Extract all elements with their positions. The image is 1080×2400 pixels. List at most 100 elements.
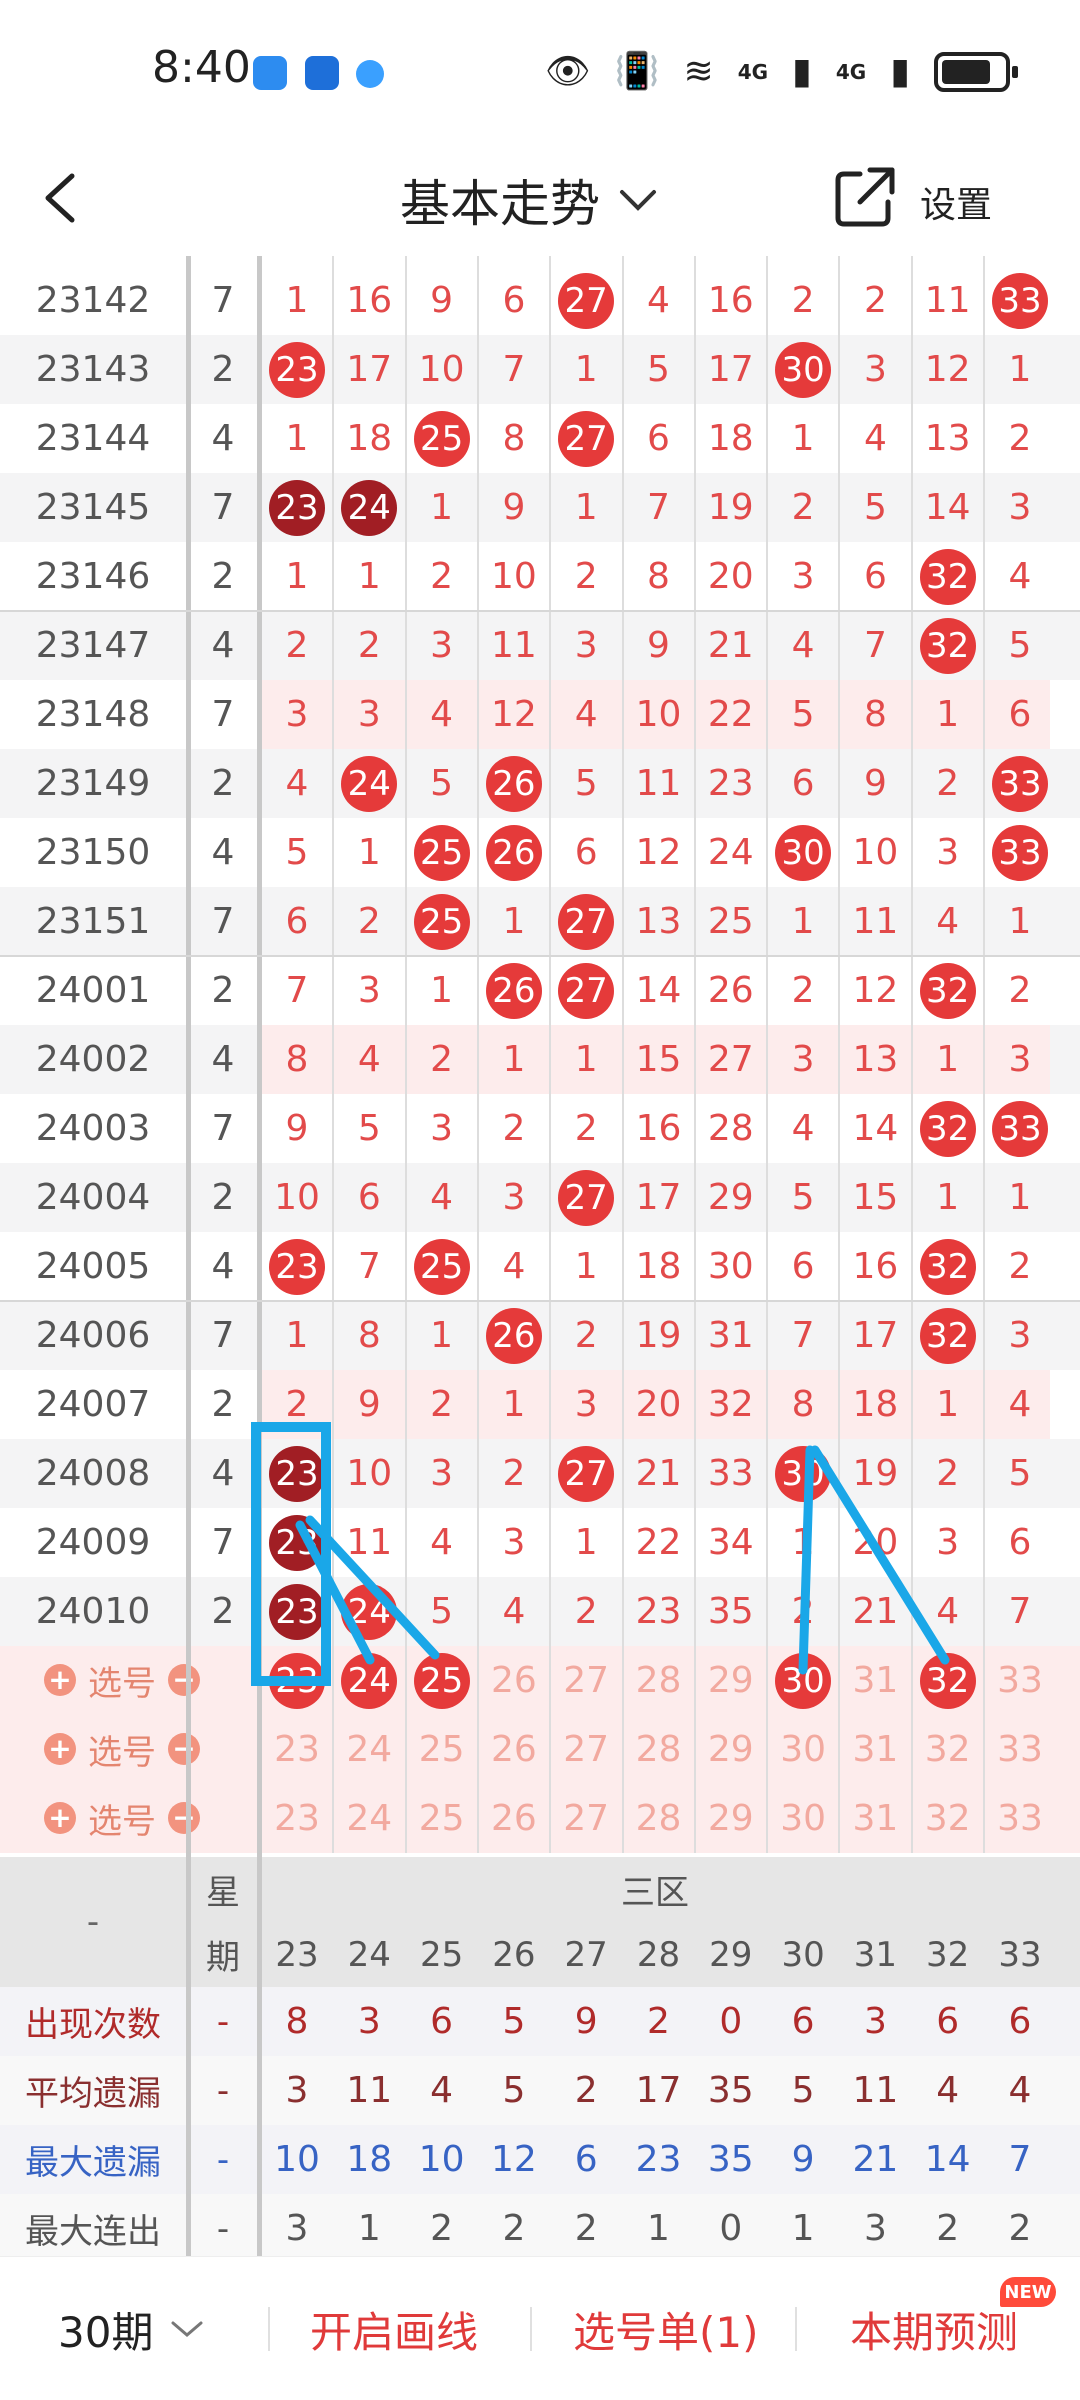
pick-number[interactable]: 27 xyxy=(550,1715,622,1784)
settings-button[interactable]: 设置 xyxy=(920,176,992,228)
column-divider xyxy=(766,256,769,1853)
selected-pick-ball[interactable]: 23 xyxy=(269,1652,325,1709)
pick-number[interactable]: 24 xyxy=(333,1715,405,1784)
omission-cell: 27 xyxy=(550,1163,622,1232)
omission-cell: 5 xyxy=(574,763,598,804)
omission-cell: 4 xyxy=(502,1591,526,1632)
omission-cell: 20 xyxy=(707,556,754,597)
omission-cell: 2 xyxy=(285,1384,309,1425)
stat-value: 4 xyxy=(936,2070,960,2111)
omission-cell: 34 xyxy=(707,1522,754,1563)
pick-number[interactable]: 26 xyxy=(478,1784,550,1853)
omission-cell: 30 xyxy=(767,1439,839,1508)
pick-number[interactable]: 32 xyxy=(912,1646,984,1715)
omission-cell: 2 xyxy=(574,1108,598,1149)
omission-cell: 3 xyxy=(574,625,598,666)
pick-number[interactable]: 23 xyxy=(261,1715,333,1784)
omission-cell: 2 xyxy=(574,1591,598,1632)
zone-header: 三区 xyxy=(621,1873,689,1913)
omission-cell: 4 xyxy=(1008,1384,1032,1425)
draw-line-button[interactable]: 开启画线 xyxy=(310,2257,478,2400)
pick-number[interactable]: 26 xyxy=(478,1646,550,1715)
omission-cell: 2 xyxy=(791,280,815,321)
stat-dash: - xyxy=(216,2001,230,2042)
remove-pick-button[interactable]: − xyxy=(168,1664,200,1696)
weekday-header-bottom: 期 xyxy=(206,1938,240,1978)
pick-number[interactable]: 32 xyxy=(912,1784,984,1853)
omission-cell: 1 xyxy=(791,901,815,942)
omission-cell: 9 xyxy=(863,763,887,804)
remove-pick-button[interactable]: − xyxy=(168,1733,200,1765)
column-number-header: 33 xyxy=(998,1934,1042,1975)
omission-cell: 21 xyxy=(852,1591,899,1632)
pick-number[interactable]: 31 xyxy=(839,1715,911,1784)
pick-number[interactable]: 23 xyxy=(261,1646,333,1715)
pick-number[interactable]: 24 xyxy=(333,1784,405,1853)
remove-pick-button[interactable]: − xyxy=(168,1802,200,1834)
pick-number[interactable]: 33 xyxy=(984,1646,1056,1715)
selected-pick-ball[interactable]: 30 xyxy=(775,1652,832,1709)
pick-number[interactable]: 25 xyxy=(406,1784,478,1853)
pick-number[interactable]: 25 xyxy=(406,1715,478,1784)
pick-number[interactable]: 30 xyxy=(767,1646,839,1715)
period-selector[interactable]: 30期 xyxy=(58,2257,205,2400)
share-icon xyxy=(835,167,895,227)
pick-number[interactable]: 33 xyxy=(984,1715,1056,1784)
pick-number[interactable]: 25 xyxy=(406,1646,478,1715)
pick-number[interactable]: 27 xyxy=(550,1784,622,1853)
omission-cell: 1 xyxy=(430,487,454,528)
add-pick-button[interactable]: + xyxy=(44,1664,76,1696)
pick-number[interactable]: 30 xyxy=(767,1715,839,1784)
pick-number[interactable]: 32 xyxy=(912,1715,984,1784)
selected-pick-ball[interactable]: 24 xyxy=(341,1652,398,1709)
pick-list-button[interactable]: 选号单(1) xyxy=(573,2257,759,2400)
omission-cell: 25 xyxy=(406,887,478,956)
pick-number[interactable]: 28 xyxy=(623,1715,695,1784)
pick-number[interactable]: 29 xyxy=(695,1646,767,1715)
omission-cell: 23 xyxy=(261,1232,333,1301)
stat-value: 5 xyxy=(502,2070,526,2111)
pick-number[interactable]: 28 xyxy=(623,1646,695,1715)
pick-number[interactable]: 24 xyxy=(333,1646,405,1715)
pick-number[interactable]: 29 xyxy=(695,1715,767,1784)
omission-cell: 3 xyxy=(285,694,309,735)
selected-pick-ball[interactable]: 32 xyxy=(919,1652,976,1709)
back-button[interactable] xyxy=(40,168,100,232)
omission-cell: 9 xyxy=(357,1384,381,1425)
omission-cell: 3 xyxy=(357,694,381,735)
weekday-value: 4 xyxy=(211,418,235,459)
pick-number[interactable]: 28 xyxy=(623,1784,695,1853)
pick-number[interactable]: 31 xyxy=(839,1784,911,1853)
chart-type-selector[interactable]: 基本走势 xyxy=(400,162,658,238)
omission-cell: 1 xyxy=(1008,1177,1032,1218)
trend-grid: 23142 7 1 16 9 6 27 4 16 2 2 11 33 23143 2 23 17 10 7 1 5 17 3… xyxy=(0,256,1080,2256)
column-divider xyxy=(186,256,191,2256)
drawn-number-ball: 26 xyxy=(485,755,542,812)
group-divider xyxy=(0,955,1080,957)
pick-number[interactable]: 30 xyxy=(767,1784,839,1853)
signal-icon: ▮ xyxy=(792,51,812,92)
omission-cell: 19 xyxy=(707,487,754,528)
omission-cell: 21 xyxy=(707,625,754,666)
pick-number[interactable]: 33 xyxy=(984,1784,1056,1853)
add-pick-button[interactable]: + xyxy=(44,1733,76,1765)
selected-pick-ball[interactable]: 25 xyxy=(413,1652,470,1709)
issue-number: 24001 xyxy=(35,970,151,1011)
pick-number[interactable]: 31 xyxy=(839,1646,911,1715)
pick-number[interactable]: 23 xyxy=(261,1784,333,1853)
omission-cell: 3 xyxy=(430,1108,454,1149)
omission-cell: 4 xyxy=(574,694,598,735)
pick-number[interactable]: 27 xyxy=(550,1646,622,1715)
omission-cell: 5 xyxy=(1008,625,1032,666)
add-pick-button[interactable]: + xyxy=(44,1802,76,1834)
omission-cell: 2 xyxy=(936,763,960,804)
omission-cell: 33 xyxy=(984,266,1056,335)
omission-cell: 19 xyxy=(635,1315,682,1356)
issue-number: 24007 xyxy=(35,1384,151,1425)
draw-row: 23143 2 23 17 10 7 1 5 17 30 3 12 1 xyxy=(0,335,1080,404)
pick-number[interactable]: 29 xyxy=(695,1784,767,1853)
omission-cell: 11 xyxy=(635,763,682,804)
share-button[interactable] xyxy=(830,162,900,232)
pick-number[interactable]: 26 xyxy=(478,1715,550,1784)
predict-button[interactable]: 本期预测 xyxy=(850,2257,1018,2400)
